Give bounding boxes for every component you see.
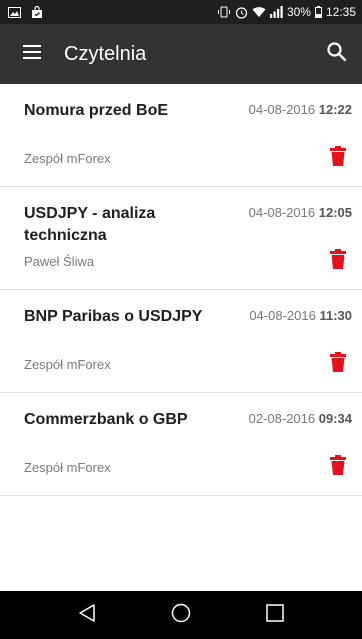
search-button[interactable] (310, 24, 362, 84)
battery-icon (314, 6, 322, 18)
article-datetime: 02-08-2016 09:34 (249, 411, 352, 426)
home-icon (171, 603, 191, 628)
list-item[interactable]: USDJPY - analiza techniczna 04-08-2016 1… (0, 187, 362, 290)
article-datetime: 04-08-2016 12:05 (249, 205, 352, 220)
article-author: Zespół mForex (24, 151, 111, 166)
delete-button[interactable] (328, 351, 348, 377)
article-time: 12:05 (318, 205, 352, 220)
battery-percent: 30% (286, 5, 311, 19)
article-time: 09:34 (318, 411, 352, 426)
status-left (8, 5, 43, 19)
article-date: 04-08-2016 (248, 205, 316, 220)
alarm-icon (235, 6, 248, 19)
signal-icon (269, 6, 283, 18)
image-icon (8, 6, 21, 18)
menu-button[interactable] (0, 24, 64, 84)
list-item[interactable]: Nomura przed BoE 04-08-2016 12:22 Zespół… (0, 84, 362, 187)
article-list: Nomura przed BoE 04-08-2016 12:22 Zespół… (0, 84, 362, 496)
article-author: Zespół mForex (24, 357, 111, 372)
home-button[interactable] (157, 591, 205, 639)
back-button[interactable] (63, 591, 111, 639)
trash-icon (330, 454, 346, 480)
article-author: Zespół mForex (24, 460, 111, 475)
article-title: Commerzbank o GBP (24, 411, 188, 428)
article-title: Nomura przed BoE (24, 102, 169, 119)
article-time: 11:30 (319, 308, 352, 323)
delete-button[interactable] (328, 454, 348, 480)
vibrate-icon (217, 6, 231, 18)
system-nav-bar (0, 591, 362, 639)
recents-icon (265, 603, 285, 628)
back-icon (77, 603, 97, 628)
article-author: Paweł Śliwa (24, 254, 95, 269)
status-bar: 30% 12:35 (0, 0, 362, 24)
hamburger-menu-icon (23, 44, 41, 64)
delete-button[interactable] (328, 145, 348, 171)
list-item[interactable]: Commerzbank o GBP 02-08-2016 09:34 Zespó… (0, 393, 362, 496)
recents-button[interactable] (251, 591, 299, 639)
article-date: 04-08-2016 (248, 102, 316, 117)
delete-button[interactable] (328, 248, 348, 274)
article-datetime: 04-08-2016 11:30 (249, 308, 352, 323)
article-title: BNP Paribas o USDJPY (24, 308, 203, 325)
trash-icon (330, 351, 346, 377)
page-title: Czytelnia (64, 42, 147, 65)
wifi-icon (252, 6, 266, 18)
trash-icon (330, 248, 346, 274)
trash-icon (330, 145, 346, 171)
article-date: 02-08-2016 (248, 411, 316, 426)
app-bar: Czytelnia (0, 24, 362, 84)
status-clock: 12:35 (325, 5, 356, 19)
article-date: 04-08-2016 (249, 308, 316, 323)
status-right: 30% 12:35 (217, 5, 356, 19)
list-item[interactable]: BNP Paribas o USDJPY 04-08-2016 11:30 Ze… (0, 290, 362, 393)
article-time: 12:22 (318, 102, 352, 117)
shopping-bag-icon (31, 5, 43, 19)
search-icon (326, 42, 346, 66)
article-datetime: 04-08-2016 12:22 (249, 102, 352, 117)
article-title: USDJPY - analiza techniczna (24, 205, 156, 244)
